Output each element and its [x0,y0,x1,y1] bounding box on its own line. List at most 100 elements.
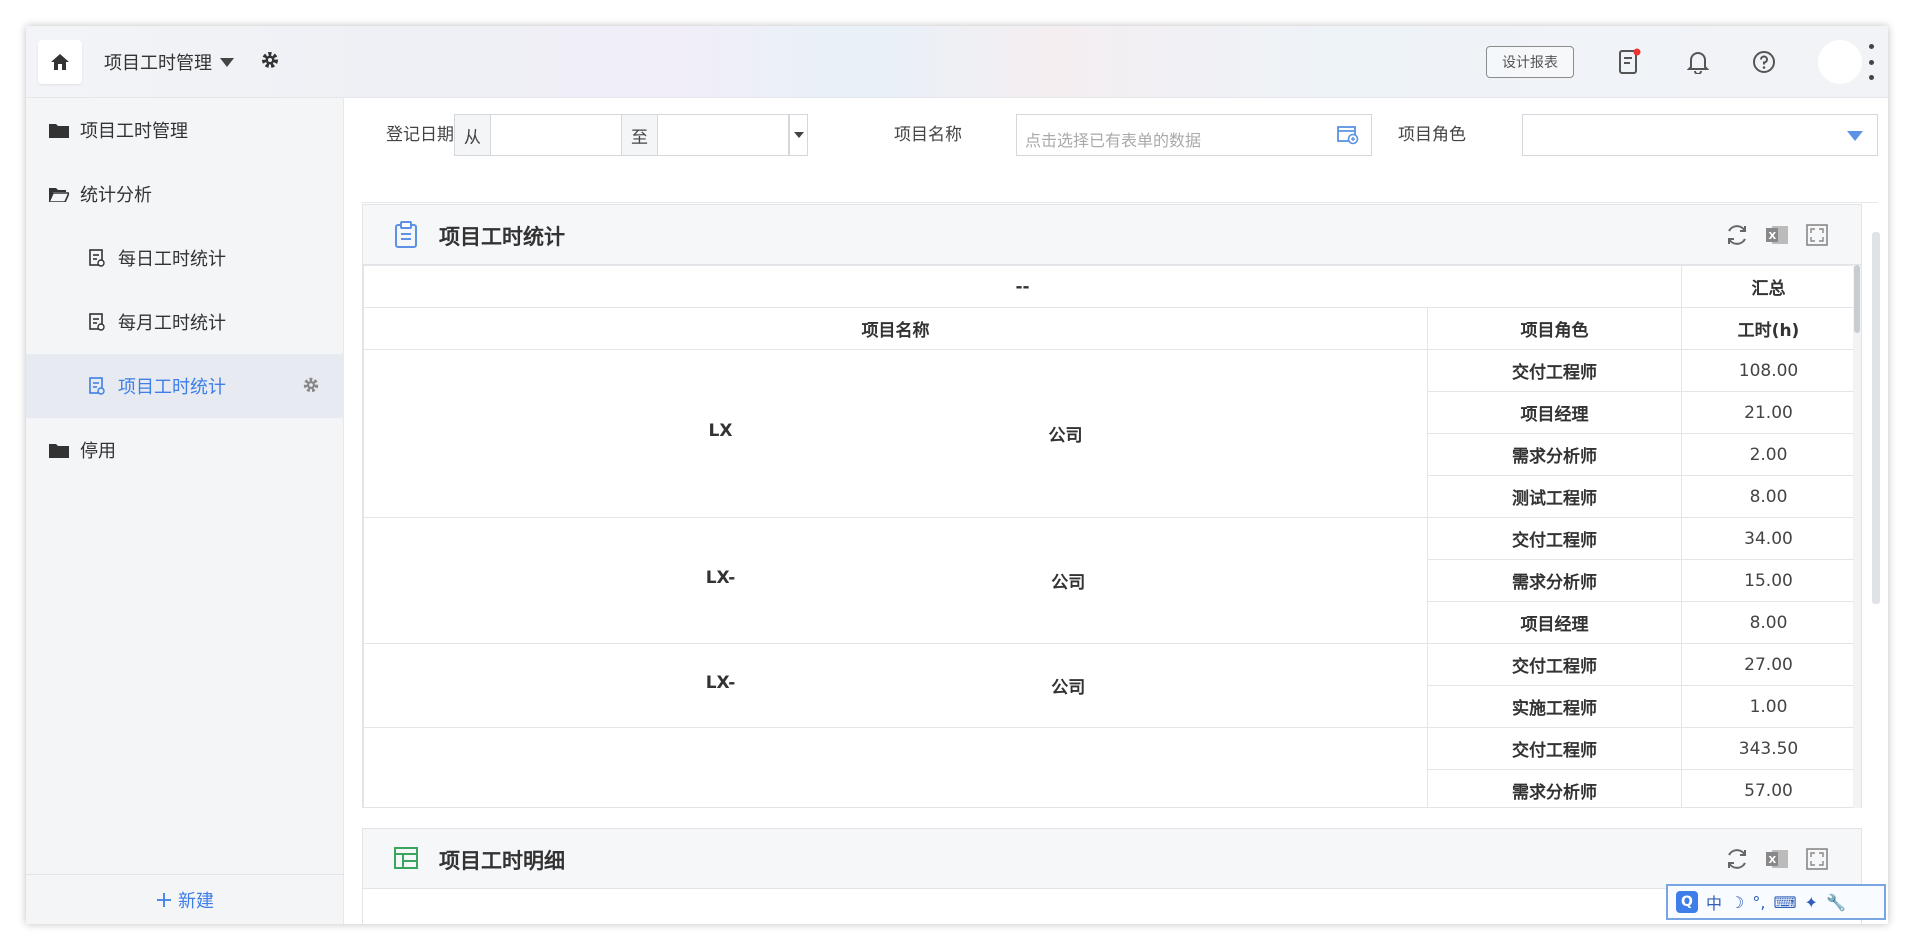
refresh-button[interactable] [1723,221,1751,249]
design-report-button[interactable]: 设计报表 [1486,46,1574,78]
date-range-picker[interactable]: 从 至 [454,114,808,156]
svg-text:X: X [1769,855,1777,866]
wrench-icon[interactable]: 🔧 [1826,893,1846,912]
pick-form-icon [1337,126,1359,145]
table-header-row: -- 汇总 [363,265,1855,308]
sidebar-item-monthly-hours[interactable]: 每月工时统计 [26,290,344,354]
role-filter-label: 项目角色 [1398,125,1466,145]
col-role-header: 项目角色 [1427,307,1682,350]
export-excel-button[interactable]: X [1763,221,1791,249]
sidebar-item-label: 停用 [80,441,116,462]
date-to-input[interactable] [658,115,790,155]
table-row[interactable]: LX- 公司 交付工程师 34.00 [363,517,1855,644]
report-icon [86,313,108,331]
refresh-button[interactable] [1723,845,1751,873]
table-row[interactable]: LX 司 交付工程师 343.50 [363,727,1855,808]
fullscreen-icon [1806,224,1828,246]
role-select[interactable] [1522,114,1878,156]
page-scrollbar[interactable] [1872,232,1880,604]
caret-down-icon [1847,131,1863,141]
filter-bar: 登记日期 从 至 项目名称 点击选择已有表单的数据 项目角色 [344,98,1888,203]
project-name-right: 公司 [1051,573,1086,593]
report-icon [86,249,108,267]
help-button[interactable] [1748,46,1780,78]
project-name-cell: LX 司 [363,727,1428,808]
table-row[interactable]: LX- 公司 交付工程师 27.00 [363,643,1855,728]
help-icon [1753,51,1775,73]
hours-cell: 8.00 [1681,601,1855,644]
punctuation-icon[interactable]: °, [1752,893,1765,912]
hours-cell: 34.00 [1681,517,1855,560]
fullscreen-button[interactable] [1803,845,1831,873]
project-name-cell: LX- 公司 [363,517,1428,644]
sidebar: 项目工时管理 统计分析 每日工时统计 每月工时统计 项目工时统计 停用 新建 [26,98,344,924]
ime-mode-label[interactable]: 中 [1706,890,1722,914]
tool-icon[interactable]: ✦ [1805,893,1818,912]
divider [362,202,1878,203]
project-name-left: LX- [705,568,736,588]
role-cell: 交付工程师 [1427,643,1682,686]
detail-panel-title: 项目工时明细 [439,849,565,873]
report-icon [86,377,108,395]
sidebar-item-label: 统计分析 [80,185,152,206]
table-row[interactable]: LX 公司 交付工程师 108.00 [363,349,1855,518]
sidebar-item-disabled[interactable]: 停用 [26,418,344,482]
role-cell: 测试工程师 [1427,475,1682,518]
tasks-button[interactable] [1614,46,1646,78]
home-button[interactable] [38,40,82,84]
sidebar-item-daily-hours[interactable]: 每日工时统计 [26,226,344,290]
col-project-header: 项目名称 [363,307,1428,350]
keyboard-icon[interactable]: ⌨ [1773,893,1796,912]
date-filter-label: 登记日期 [386,125,454,145]
hours-cell: 57.00 [1681,769,1855,808]
fullscreen-button[interactable] [1803,221,1831,249]
table-scrollbar-thumb[interactable] [1854,265,1860,333]
stat-table-viewport: -- 汇总 项目名称 项目角色 工时(h) LX 公司 交付工程师 108.00… [363,265,1855,808]
notifications-button[interactable] [1682,46,1714,78]
plus-icon [157,892,171,907]
more-icon[interactable] [1868,44,1874,80]
export-excel-button[interactable]: X [1763,845,1791,873]
new-label: 新建 [178,890,214,912]
date-to-label: 至 [622,115,658,155]
stat-panel-title: 项目工时统计 [439,225,565,249]
app-title: 项目工时管理 [104,53,212,74]
date-from-input[interactable] [491,115,623,155]
project-select-input[interactable]: 点击选择已有表单的数据 [1016,114,1372,156]
pick-data-button[interactable] [1337,125,1359,149]
item-settings-button[interactable] [302,376,320,399]
role-cell: 需求分析师 [1427,769,1682,808]
folder-icon [48,441,70,459]
date-from-label: 从 [455,115,491,155]
app-settings-button[interactable] [260,50,280,74]
sidebar-item-project-hours[interactable]: 项目工时管理 [26,98,344,162]
sidebar-item-project-stats[interactable]: 项目工时统计 [26,354,344,418]
hours-cell: 2.00 [1681,433,1855,476]
stat-panel: 项目工时统计 X -- 汇总 项目名称 项目角色 工时(h) LX 公司 交付工… [362,204,1862,808]
avatar[interactable] [1818,40,1862,84]
app-switcher[interactable]: 项目工时管理 [104,49,234,75]
project-filter-label: 项目名称 [894,125,962,145]
excel-icon: X [1766,850,1788,868]
role-cell: 实施工程师 [1427,685,1682,728]
table-scrollbar[interactable] [1853,265,1861,808]
detail-panel: 项目工时明细 X [362,828,1862,924]
project-name-right: 公司 [1048,426,1083,446]
role-cell: 项目经理 [1427,601,1682,644]
date-dropdown-button[interactable] [789,115,807,155]
role-cell: 需求分析师 [1427,559,1682,602]
group-header: -- [363,265,1682,308]
sidebar-item-label: 每日工时统计 [118,249,226,270]
sidebar-item-statistics[interactable]: 统计分析 [26,162,344,226]
todo-list-icon [1619,48,1641,74]
moon-icon[interactable]: ☽ [1730,893,1744,912]
project-name-left: LX- [705,673,736,693]
role-cell: 交付工程师 [1427,727,1682,770]
ime-toolbar[interactable]: Q 中 ☽ °, ⌨ ✦ 🔧 [1666,884,1886,920]
role-cell: 项目经理 [1427,391,1682,434]
new-button[interactable]: 新建 [26,874,344,924]
col-hours-header: 工时(h) [1681,307,1855,350]
gear-icon [262,52,278,68]
refresh-icon [1728,849,1746,869]
sidebar-item-label: 每月工时统计 [118,313,226,334]
